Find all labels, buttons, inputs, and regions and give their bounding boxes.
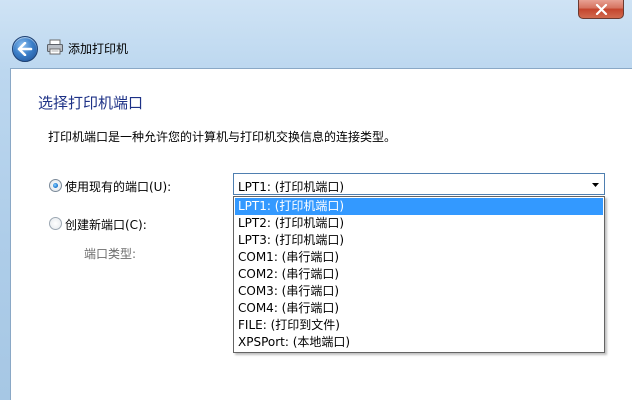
port-option[interactable]: COM3: (串行端口) [235, 283, 603, 300]
chevron-down-icon [592, 183, 599, 187]
port-select-value: LPT1: (打印机端口) [238, 180, 345, 194]
port-option[interactable]: LPT1: (打印机端口) [235, 198, 603, 215]
port-option[interactable]: COM1: (串行端口) [235, 249, 603, 266]
back-button[interactable] [12, 36, 38, 62]
create-new-port-label[interactable]: 创建新端口(C): [65, 216, 147, 233]
window-title: 添加打印机 [68, 42, 129, 56]
port-option[interactable]: COM2: (串行端口) [235, 266, 603, 283]
port-dropdown-list[interactable]: LPT1: (打印机端口) LPT2: (打印机端口) LPT3: (打印机端口… [233, 196, 605, 353]
port-select[interactable]: LPT1: (打印机端口) [233, 173, 605, 195]
use-existing-port-radio[interactable] [49, 179, 62, 192]
printer-icon [47, 39, 63, 55]
use-existing-port-label[interactable]: 使用现有的端口(U): [65, 178, 171, 195]
port-option[interactable]: FILE: (打印到文件) [235, 317, 603, 334]
close-icon [595, 3, 607, 15]
radio-selected-dot [53, 183, 58, 188]
port-option[interactable]: COM4: (串行端口) [235, 300, 603, 317]
port-option[interactable]: LPT3: (打印机端口) [235, 232, 603, 249]
create-new-port-radio[interactable] [49, 217, 62, 230]
back-arrow-icon [17, 42, 33, 56]
port-option[interactable]: LPT2: (打印机端口) [235, 215, 603, 232]
page-heading: 选择打印机端口 [38, 94, 144, 112]
port-option[interactable]: XPSPort: (本地端口) [235, 334, 603, 351]
close-button[interactable] [578, 0, 624, 19]
page-description: 打印机端口是一种允许您的计算机与打印机交换信息的连接类型。 [48, 130, 397, 144]
port-type-label: 端口类型: [84, 247, 137, 261]
